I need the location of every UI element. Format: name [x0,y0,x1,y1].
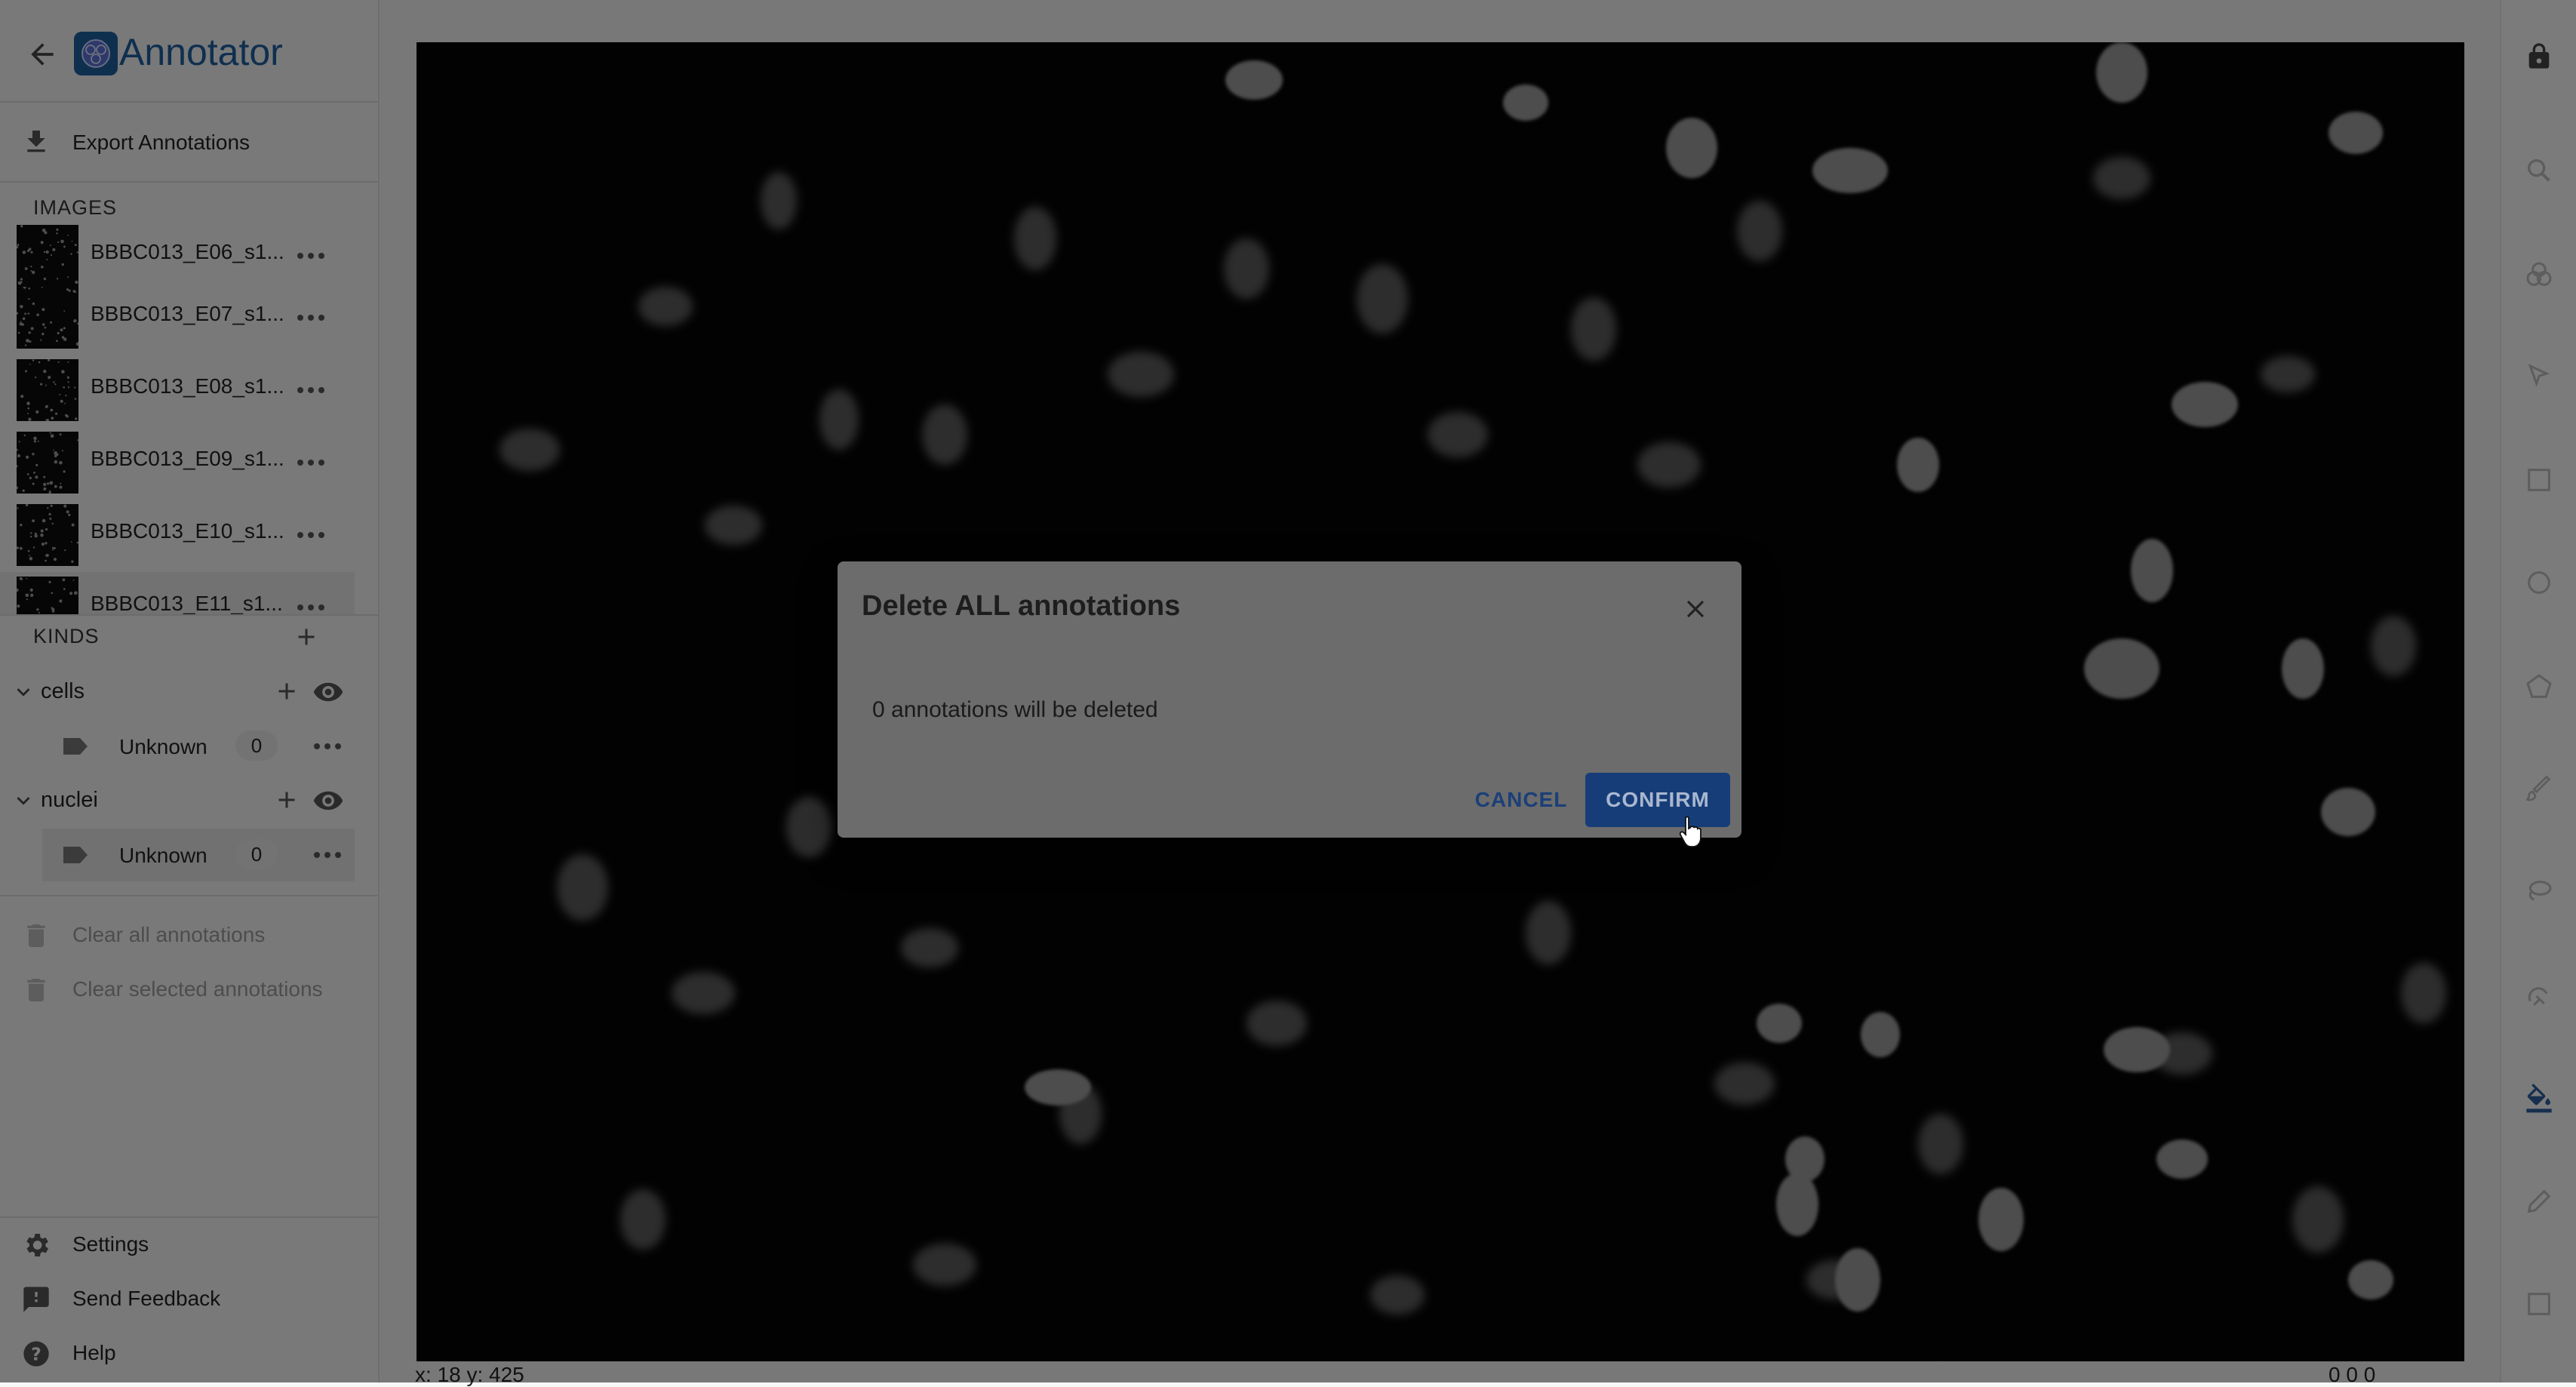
dialog-message: 0 annotations will be deleted [872,697,1158,722]
cancel-button[interactable]: CANCEL [1462,773,1580,827]
close-icon[interactable] [1681,595,1710,623]
delete-all-dialog: Delete ALL annotations 0 annotations wil… [838,561,1741,838]
dialog-title: Delete ALL annotations [862,590,1181,622]
hand-cursor-icon [1679,816,1701,847]
confirm-button[interactable]: CONFIRM [1585,773,1730,827]
